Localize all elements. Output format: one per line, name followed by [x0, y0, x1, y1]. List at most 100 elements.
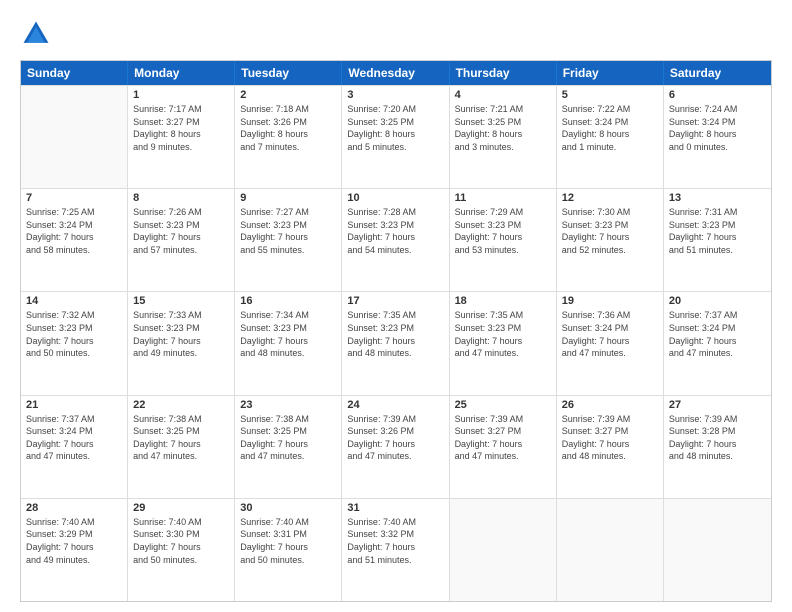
- day-info: Sunrise: 7:35 AM Sunset: 3:23 PM Dayligh…: [347, 309, 443, 359]
- day-info: Sunrise: 7:18 AM Sunset: 3:26 PM Dayligh…: [240, 103, 336, 153]
- day-number: 1: [133, 89, 229, 101]
- calendar-cell: 13Sunrise: 7:31 AM Sunset: 3:23 PM Dayli…: [664, 189, 771, 291]
- day-number: 14: [26, 295, 122, 307]
- logo: [20, 18, 56, 50]
- calendar-cell: 18 Sunrise: 7:35 AM Sunset: 3:23 PM Dayli…: [450, 292, 557, 394]
- day-number: 22: [133, 399, 229, 411]
- day-info: Sunrise: 7:35 AM Sunset: 3:23 PM Dayligh…: [455, 309, 551, 359]
- calendar-row: 21Sunrise: 7:37 AM Sunset: 3:24 PM Dayli…: [21, 395, 771, 498]
- calendar-cell: 31 Sunrise: 7:40 AM Sunset: 3:32 PM Dayli…: [342, 499, 449, 601]
- page: SundayMondayTuesdayWednesdayThursdayFrid…: [0, 0, 792, 612]
- calendar-header: SundayMondayTuesdayWednesdayThursdayFrid…: [21, 61, 771, 85]
- calendar-cell: 12 Sunrise: 7:30 AM Sunset: 3:23 PM Dayli…: [557, 189, 664, 291]
- day-info: Sunrise: 7:40 AM Sunset: 3:32 PM Dayligh…: [347, 516, 443, 566]
- calendar-cell: 21Sunrise: 7:37 AM Sunset: 3:24 PM Dayli…: [21, 396, 128, 498]
- day-info: Sunrise: 7:37 AM Sunset: 3:24 PM Dayligh…: [669, 309, 766, 359]
- calendar-row: 7 Sunrise: 7:25 AM Sunset: 3:24 PM Daylig…: [21, 188, 771, 291]
- calendar-cell: 11Sunrise: 7:29 AM Sunset: 3:23 PM Dayli…: [450, 189, 557, 291]
- calendar-body: 1 Sunrise: 7:17 AM Sunset: 3:27 PM Daylig…: [21, 85, 771, 601]
- day-info: Sunrise: 7:22 AM Sunset: 3:24 PM Dayligh…: [562, 103, 658, 153]
- cal-header-cell: Wednesday: [342, 61, 449, 85]
- calendar-cell: 7 Sunrise: 7:25 AM Sunset: 3:24 PM Daylig…: [21, 189, 128, 291]
- day-number: 30: [240, 502, 336, 514]
- cal-header-cell: Friday: [557, 61, 664, 85]
- day-number: 11: [455, 192, 551, 204]
- calendar-cell: 23 Sunrise: 7:38 AM Sunset: 3:25 PM Dayli…: [235, 396, 342, 498]
- day-info: Sunrise: 7:34 AM Sunset: 3:23 PM Dayligh…: [240, 309, 336, 359]
- day-number: 17: [347, 295, 443, 307]
- day-number: 15: [133, 295, 229, 307]
- day-number: 31: [347, 502, 443, 514]
- calendar-cell: 4 Sunrise: 7:21 AM Sunset: 3:25 PM Daylig…: [450, 86, 557, 188]
- day-number: 3: [347, 89, 443, 101]
- day-info: Sunrise: 7:38 AM Sunset: 3:25 PM Dayligh…: [240, 413, 336, 463]
- day-info: Sunrise: 7:32 AM Sunset: 3:23 PM Dayligh…: [26, 309, 122, 359]
- day-info: Sunrise: 7:39 AM Sunset: 3:28 PM Dayligh…: [669, 413, 766, 463]
- calendar-cell: 20 Sunrise: 7:37 AM Sunset: 3:24 PM Dayli…: [664, 292, 771, 394]
- day-number: 21: [26, 399, 122, 411]
- calendar-cell: 19Sunrise: 7:36 AM Sunset: 3:24 PM Dayli…: [557, 292, 664, 394]
- day-number: 19: [562, 295, 658, 307]
- day-number: 5: [562, 89, 658, 101]
- day-number: 20: [669, 295, 766, 307]
- day-number: 8: [133, 192, 229, 204]
- day-number: 7: [26, 192, 122, 204]
- day-number: 16: [240, 295, 336, 307]
- calendar-cell: 2Sunrise: 7:18 AM Sunset: 3:26 PM Daylig…: [235, 86, 342, 188]
- calendar-cell: 30 Sunrise: 7:40 AM Sunset: 3:31 PM Dayli…: [235, 499, 342, 601]
- logo-icon: [20, 18, 52, 50]
- calendar-cell: 27 Sunrise: 7:39 AM Sunset: 3:28 PM Dayli…: [664, 396, 771, 498]
- day-number: 12: [562, 192, 658, 204]
- day-number: 13: [669, 192, 766, 204]
- calendar-cell: 24 Sunrise: 7:39 AM Sunset: 3:26 PM Dayli…: [342, 396, 449, 498]
- cal-header-cell: Saturday: [664, 61, 771, 85]
- calendar-cell: 17 Sunrise: 7:35 AM Sunset: 3:23 PM Dayli…: [342, 292, 449, 394]
- calendar-cell: 3 Sunrise: 7:20 AM Sunset: 3:25 PM Daylig…: [342, 86, 449, 188]
- day-info: Sunrise: 7:20 AM Sunset: 3:25 PM Dayligh…: [347, 103, 443, 153]
- day-info: Sunrise: 7:38 AM Sunset: 3:25 PM Dayligh…: [133, 413, 229, 463]
- day-info: Sunrise: 7:33 AM Sunset: 3:23 PM Dayligh…: [133, 309, 229, 359]
- day-number: 25: [455, 399, 551, 411]
- day-info: Sunrise: 7:30 AM Sunset: 3:23 PM Dayligh…: [562, 206, 658, 256]
- calendar-cell: 8 Sunrise: 7:26 AM Sunset: 3:23 PM Daylig…: [128, 189, 235, 291]
- day-info: Sunrise: 7:26 AM Sunset: 3:23 PM Dayligh…: [133, 206, 229, 256]
- calendar-cell: [21, 86, 128, 188]
- day-info: Sunrise: 7:25 AM Sunset: 3:24 PM Dayligh…: [26, 206, 122, 256]
- day-number: 29: [133, 502, 229, 514]
- day-info: Sunrise: 7:21 AM Sunset: 3:25 PM Dayligh…: [455, 103, 551, 153]
- calendar-cell: 26Sunrise: 7:39 AM Sunset: 3:27 PM Dayli…: [557, 396, 664, 498]
- day-info: Sunrise: 7:17 AM Sunset: 3:27 PM Dayligh…: [133, 103, 229, 153]
- cal-header-cell: Monday: [128, 61, 235, 85]
- day-number: 9: [240, 192, 336, 204]
- day-info: Sunrise: 7:28 AM Sunset: 3:23 PM Dayligh…: [347, 206, 443, 256]
- day-info: Sunrise: 7:40 AM Sunset: 3:29 PM Dayligh…: [26, 516, 122, 566]
- calendar-cell: 25 Sunrise: 7:39 AM Sunset: 3:27 PM Dayli…: [450, 396, 557, 498]
- calendar-cell: 1 Sunrise: 7:17 AM Sunset: 3:27 PM Daylig…: [128, 86, 235, 188]
- cal-header-cell: Sunday: [21, 61, 128, 85]
- day-info: Sunrise: 7:27 AM Sunset: 3:23 PM Dayligh…: [240, 206, 336, 256]
- header: [20, 18, 772, 50]
- day-number: 23: [240, 399, 336, 411]
- cal-header-cell: Thursday: [450, 61, 557, 85]
- calendar-cell: [557, 499, 664, 601]
- calendar: SundayMondayTuesdayWednesdayThursdayFrid…: [20, 60, 772, 602]
- day-number: 6: [669, 89, 766, 101]
- day-number: 10: [347, 192, 443, 204]
- day-number: 24: [347, 399, 443, 411]
- day-number: 26: [562, 399, 658, 411]
- calendar-cell: 5 Sunrise: 7:22 AM Sunset: 3:24 PM Daylig…: [557, 86, 664, 188]
- calendar-cell: 22 Sunrise: 7:38 AM Sunset: 3:25 PM Dayli…: [128, 396, 235, 498]
- day-number: 28: [26, 502, 122, 514]
- day-number: 4: [455, 89, 551, 101]
- calendar-cell: 28 Sunrise: 7:40 AM Sunset: 3:29 PM Dayli…: [21, 499, 128, 601]
- day-info: Sunrise: 7:40 AM Sunset: 3:31 PM Dayligh…: [240, 516, 336, 566]
- day-number: 18: [455, 295, 551, 307]
- day-info: Sunrise: 7:39 AM Sunset: 3:26 PM Dayligh…: [347, 413, 443, 463]
- calendar-cell: 15 Sunrise: 7:33 AM Sunset: 3:23 PM Dayli…: [128, 292, 235, 394]
- calendar-cell: 29Sunrise: 7:40 AM Sunset: 3:30 PM Dayli…: [128, 499, 235, 601]
- calendar-cell: 10 Sunrise: 7:28 AM Sunset: 3:23 PM Dayli…: [342, 189, 449, 291]
- day-number: 27: [669, 399, 766, 411]
- calendar-row: 1 Sunrise: 7:17 AM Sunset: 3:27 PM Daylig…: [21, 85, 771, 188]
- day-info: Sunrise: 7:39 AM Sunset: 3:27 PM Dayligh…: [455, 413, 551, 463]
- calendar-cell: [664, 499, 771, 601]
